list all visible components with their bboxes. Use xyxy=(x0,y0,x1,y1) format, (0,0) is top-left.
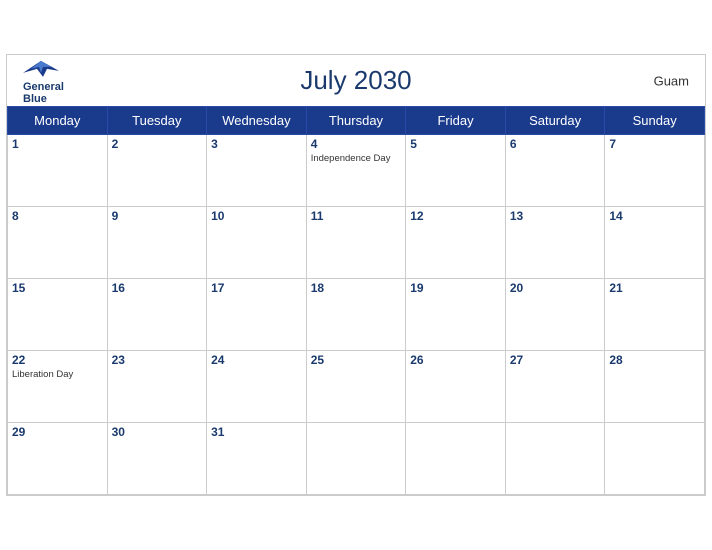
table-row: 13 xyxy=(505,207,605,279)
table-row: 24 xyxy=(207,351,307,423)
day-number: 3 xyxy=(211,137,302,151)
table-row xyxy=(406,423,506,495)
table-row: 15 xyxy=(8,279,108,351)
day-number: 17 xyxy=(211,281,302,295)
day-number: 24 xyxy=(211,353,302,367)
calendar-header-row: Monday Tuesday Wednesday Thursday Friday… xyxy=(8,107,705,135)
table-row: 26 xyxy=(406,351,506,423)
table-row: 31 xyxy=(207,423,307,495)
day-number: 5 xyxy=(410,137,501,151)
weekday-sunday: Sunday xyxy=(605,107,705,135)
logo-text-line1: General xyxy=(23,80,64,92)
table-row: 25 xyxy=(306,351,406,423)
region-label: Guam xyxy=(654,73,689,88)
day-number: 18 xyxy=(311,281,402,295)
table-row xyxy=(505,423,605,495)
weekday-friday: Friday xyxy=(406,107,506,135)
event-label: Independence Day xyxy=(311,153,402,164)
day-number: 8 xyxy=(12,209,103,223)
day-number: 2 xyxy=(112,137,203,151)
calendar-grid: Monday Tuesday Wednesday Thursday Friday… xyxy=(7,106,705,495)
table-row: 8 xyxy=(8,207,108,279)
day-number: 16 xyxy=(112,281,203,295)
table-row: 20 xyxy=(505,279,605,351)
day-number: 4 xyxy=(311,137,402,151)
table-row: 27 xyxy=(505,351,605,423)
table-row: 19 xyxy=(406,279,506,351)
table-row: 4 Independence Day xyxy=(306,135,406,207)
table-row: 11 xyxy=(306,207,406,279)
day-number: 20 xyxy=(510,281,601,295)
table-row xyxy=(605,423,705,495)
table-row: 17 xyxy=(207,279,307,351)
table-row: 21 xyxy=(605,279,705,351)
calendar-title: July 2030 xyxy=(300,65,411,96)
day-number: 22 xyxy=(12,353,103,367)
day-number: 6 xyxy=(510,137,601,151)
day-number: 23 xyxy=(112,353,203,367)
day-number: 11 xyxy=(311,209,402,223)
day-number: 19 xyxy=(410,281,501,295)
day-number: 21 xyxy=(609,281,700,295)
table-row: 6 xyxy=(505,135,605,207)
table-row: 28 xyxy=(605,351,705,423)
table-row: 7 xyxy=(605,135,705,207)
table-row: 9 xyxy=(107,207,207,279)
weekday-thursday: Thursday xyxy=(306,107,406,135)
table-row: 14 xyxy=(605,207,705,279)
day-number: 15 xyxy=(12,281,103,295)
day-number: 31 xyxy=(211,425,302,439)
table-row: 12 xyxy=(406,207,506,279)
table-row: 18 xyxy=(306,279,406,351)
weekday-saturday: Saturday xyxy=(505,107,605,135)
table-row: 2 xyxy=(107,135,207,207)
table-row: 29 xyxy=(8,423,108,495)
table-row: 30 xyxy=(107,423,207,495)
table-row: 1 xyxy=(8,135,108,207)
day-number: 12 xyxy=(410,209,501,223)
day-number: 28 xyxy=(609,353,700,367)
weekday-monday: Monday xyxy=(8,107,108,135)
day-number: 13 xyxy=(510,209,601,223)
day-number: 25 xyxy=(311,353,402,367)
calendar-header: General Blue July 2030 Guam xyxy=(7,55,705,106)
day-number: 14 xyxy=(609,209,700,223)
table-row: 10 xyxy=(207,207,307,279)
table-row: 16 xyxy=(107,279,207,351)
day-number: 9 xyxy=(112,209,203,223)
table-row: 5 xyxy=(406,135,506,207)
weekday-wednesday: Wednesday xyxy=(207,107,307,135)
day-number: 29 xyxy=(12,425,103,439)
table-row: 23 xyxy=(107,351,207,423)
table-row: 22 Liberation Day xyxy=(8,351,108,423)
day-number: 10 xyxy=(211,209,302,223)
calendar-body: 1234Independence Day56789101112131415161… xyxy=(8,135,705,495)
day-number: 1 xyxy=(12,137,103,151)
table-row: 3 xyxy=(207,135,307,207)
day-number: 26 xyxy=(410,353,501,367)
event-label: Liberation Day xyxy=(12,369,103,380)
table-row xyxy=(306,423,406,495)
logo: General Blue xyxy=(23,56,64,104)
weekday-tuesday: Tuesday xyxy=(107,107,207,135)
logo-text-line2: Blue xyxy=(23,93,47,105)
calendar: General Blue July 2030 Guam Monday Tuesd… xyxy=(6,54,706,496)
day-number: 7 xyxy=(609,137,700,151)
day-number: 30 xyxy=(112,425,203,439)
logo-icon xyxy=(23,56,59,80)
day-number: 27 xyxy=(510,353,601,367)
